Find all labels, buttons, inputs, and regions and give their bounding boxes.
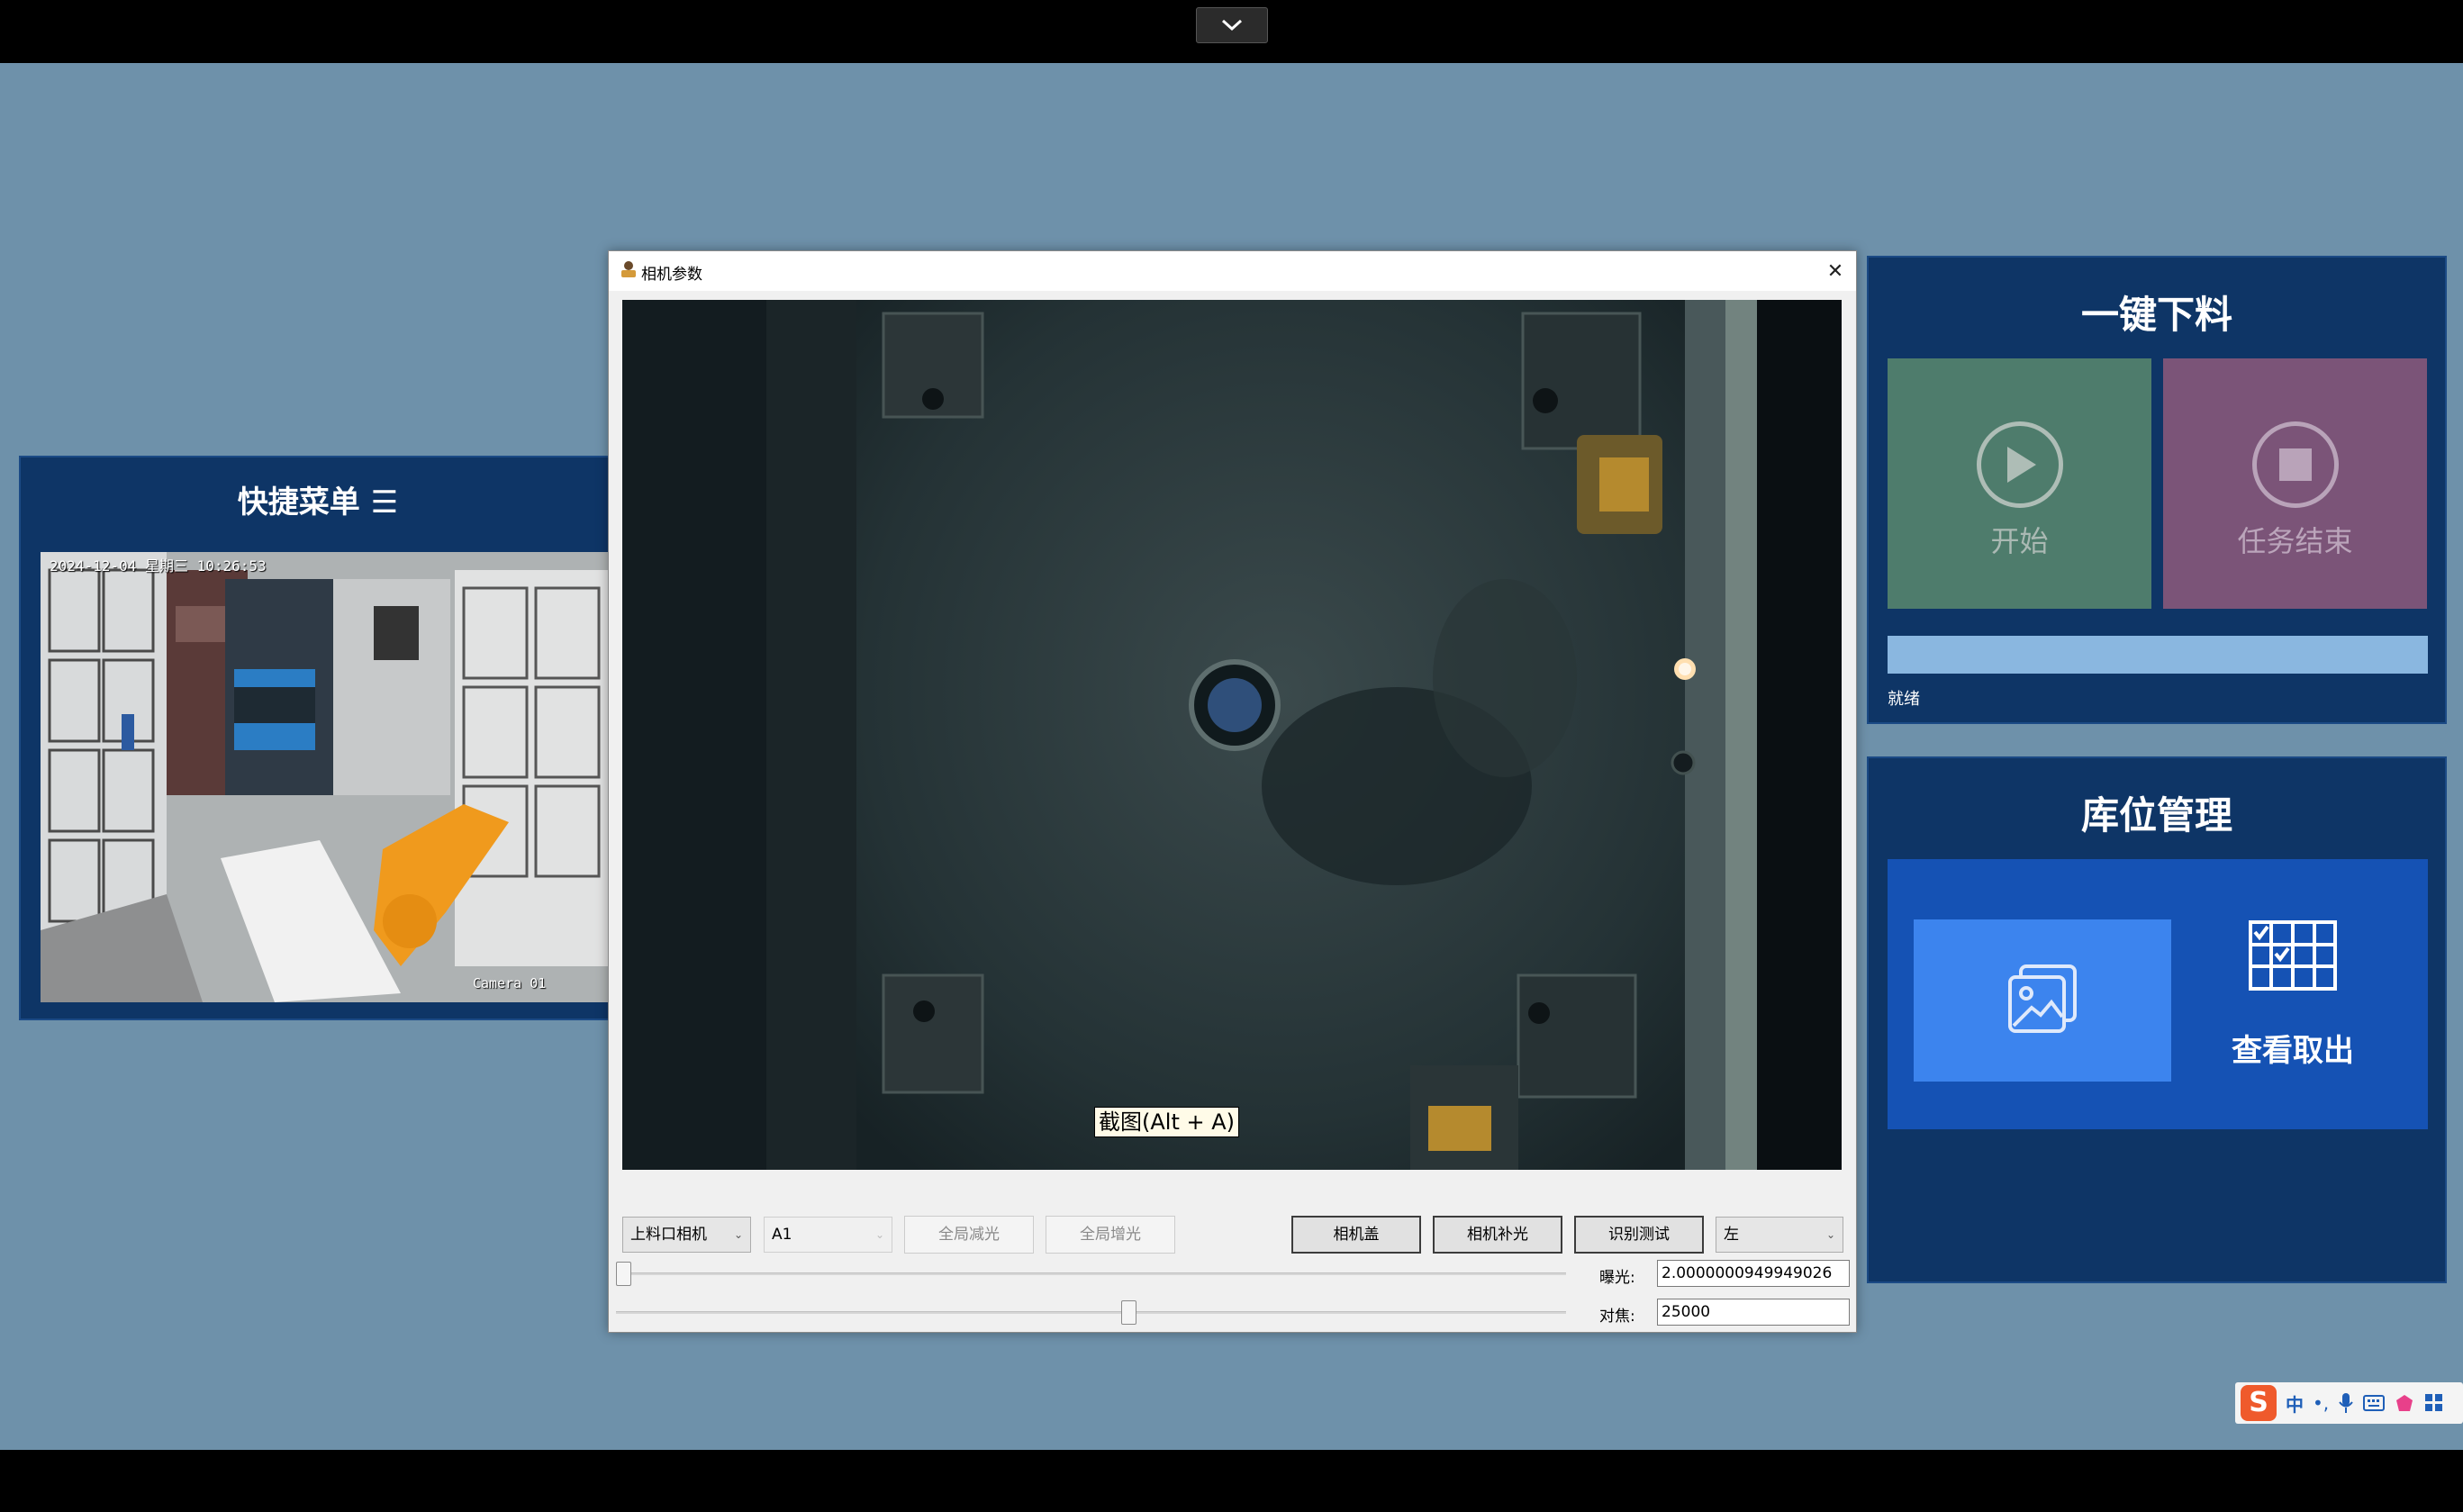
play-icon [1976, 421, 2063, 508]
view-remove-button[interactable]: 查看取出 [2185, 919, 2401, 1082]
global-boost-button[interactable]: 全局增光 [1046, 1216, 1175, 1254]
end-task-button[interactable]: 任务结束 [2163, 358, 2427, 609]
storage-panel-title: 库位管理 [2080, 793, 2232, 837]
unload-panel-title: 一键下料 [2080, 293, 2232, 337]
microphone-icon[interactable] [2338, 1392, 2354, 1414]
storage-actions: 查看取出 [1888, 859, 2428, 1129]
dropdown-arrow-icon: ⌄ [733, 1228, 743, 1241]
sogou-logo-icon[interactable]: S [2241, 1385, 2277, 1421]
camera-fill-light-button[interactable]: 相机补光 [1433, 1216, 1562, 1254]
ime-lang-toggle[interactable]: 中 [2286, 1390, 2304, 1417]
quick-menu-label: 快捷菜单 [237, 484, 360, 521]
gallery-button[interactable] [1914, 919, 2171, 1082]
exposure-slider-thumb[interactable] [616, 1262, 631, 1286]
camera-image [622, 300, 1842, 1170]
progress-bar [1888, 636, 2428, 674]
dropdown-arrow-icon: ⌄ [1825, 1228, 1835, 1241]
end-task-label: 任务结束 [2237, 524, 2353, 558]
collapse-button[interactable] [1196, 7, 1268, 43]
camera-select[interactable]: 上料口相机 ⌄ [622, 1217, 751, 1253]
camera-name: Camera 01 [473, 975, 547, 991]
camera-params-dialog: 相机参数 ✕ 截图(Alt + A) 上料口相机 ⌄ A1 ⌄ 全局减光 全局增… [608, 250, 1857, 1333]
keyboard-icon[interactable] [2363, 1395, 2386, 1411]
top-bar [0, 0, 2463, 63]
camera-cover-button[interactable]: 相机盖 [1291, 1216, 1421, 1254]
close-icon: ✕ [1826, 259, 1844, 283]
slot-select[interactable]: A1 ⌄ [764, 1217, 892, 1253]
camera-timestamp: 2024-12-04 星期三 10:26:53 [50, 557, 267, 575]
bottom-bar [0, 1450, 2463, 1512]
camera-select-value: 上料口相机 [630, 1226, 707, 1244]
slot-select-value: A1 [772, 1226, 792, 1244]
camera-viewer: 截图(Alt + A) [622, 300, 1842, 1170]
recognition-test-button[interactable]: 识别测试 [1574, 1216, 1704, 1254]
focus-label: 对焦: [1599, 1308, 1635, 1326]
exposure-slider-track[interactable] [616, 1272, 1566, 1275]
focus-slider-thumb[interactable] [1120, 1300, 1136, 1325]
ime-punct-toggle[interactable]: •, [2313, 1392, 2329, 1414]
view-remove-label: 查看取出 [2232, 1033, 2354, 1069]
ime-toolbar: S 中 •, [2235, 1382, 2463, 1424]
screenshot-tooltip: 截图(Alt + A) [1094, 1107, 1240, 1137]
chevron-down-icon [1221, 19, 1243, 32]
hamburger-icon[interactable]: ☰ [371, 484, 398, 521]
global-dim-button[interactable]: 全局减光 [904, 1216, 1034, 1254]
dialog-titlebar[interactable]: 相机参数 ✕ [609, 251, 1856, 291]
app-icon [621, 261, 636, 277]
skin-icon[interactable] [2394, 1393, 2415, 1413]
quick-menu-title[interactable]: 快捷菜单 ☰ [21, 477, 615, 521]
storage-panel: 库位管理 查看取出 [1867, 756, 2447, 1283]
status-text: 就绪 [1888, 690, 1920, 709]
stop-icon [2251, 421, 2339, 508]
focus-slider-track[interactable] [616, 1311, 1566, 1314]
exposure-input[interactable] [1657, 1260, 1850, 1287]
grid-check-icon [2249, 920, 2337, 991]
focus-input[interactable] [1657, 1299, 1850, 1326]
start-label: 开始 [1990, 524, 2049, 558]
side-select-value: 左 [1724, 1226, 1739, 1244]
dropdown-arrow-icon: ⌄ [874, 1228, 884, 1241]
unload-panel: 一键下料 开始 任务结束 就绪 [1867, 256, 2447, 724]
start-button[interactable]: 开始 [1888, 358, 2151, 609]
exposure-label: 曝光: [1599, 1269, 1635, 1287]
side-select[interactable]: 左 ⌄ [1716, 1217, 1843, 1253]
dialog-title: 相机参数 [641, 266, 702, 284]
desktop: 快捷菜单 ☰ 2024-12-04 星期三 10:26:53 Camera 01… [0, 63, 2463, 1450]
surveillance-camera-feed: 2024-12-04 星期三 10:26:53 Camera 01 [41, 552, 617, 1002]
workshop-image [41, 552, 617, 1002]
toolbox-icon[interactable] [2424, 1393, 2444, 1413]
quick-menu-panel: 快捷菜单 ☰ 2024-12-04 星期三 10:26:53 Camera 01 [19, 456, 617, 1020]
gallery-icon [2008, 964, 2077, 1033]
close-button[interactable]: ✕ [1815, 251, 1856, 291]
